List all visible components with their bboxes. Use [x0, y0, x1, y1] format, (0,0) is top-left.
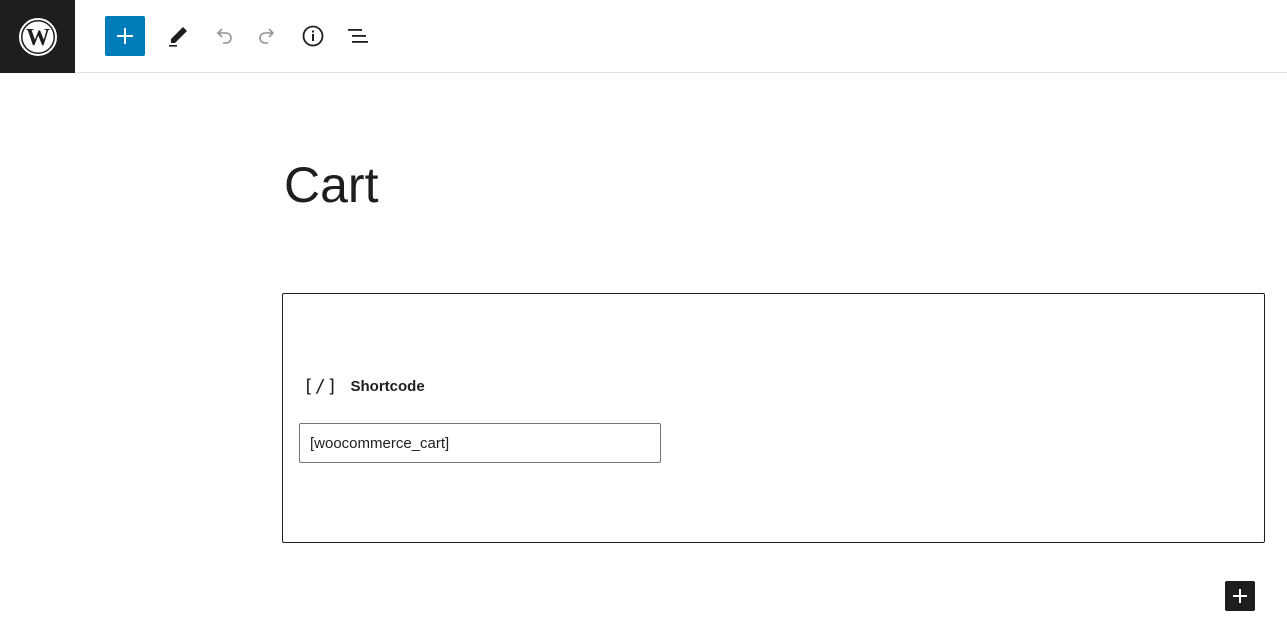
shortcode-icon: [/]	[303, 376, 339, 397]
editor-header: W	[0, 0, 1287, 73]
info-icon	[302, 25, 324, 47]
wordpress-logo-icon: W	[18, 17, 57, 56]
shortcode-label: Shortcode	[350, 378, 425, 395]
shortcode-block[interactable]: [/] Shortcode	[282, 293, 1265, 543]
page-title[interactable]: Cart	[284, 152, 378, 218]
add-block-button[interactable]	[1225, 581, 1255, 611]
list-view-button[interactable]	[338, 16, 378, 56]
undo-icon	[216, 28, 232, 44]
wordpress-logo-button[interactable]: W	[0, 0, 75, 73]
shortcode-block-label: [/] Shortcode	[303, 376, 425, 397]
undo-button[interactable]	[203, 16, 243, 56]
redo-button[interactable]	[248, 16, 288, 56]
plus-icon	[1233, 589, 1247, 603]
details-button[interactable]	[293, 16, 333, 56]
block-inserter-button[interactable]	[105, 16, 145, 56]
plus-icon	[117, 28, 133, 44]
shortcode-input[interactable]	[299, 423, 661, 463]
redo-icon	[259, 28, 275, 44]
tools-button[interactable]	[158, 16, 198, 56]
svg-text:W: W	[26, 25, 50, 51]
list-view-icon	[348, 29, 368, 43]
pencil-icon	[169, 27, 187, 47]
